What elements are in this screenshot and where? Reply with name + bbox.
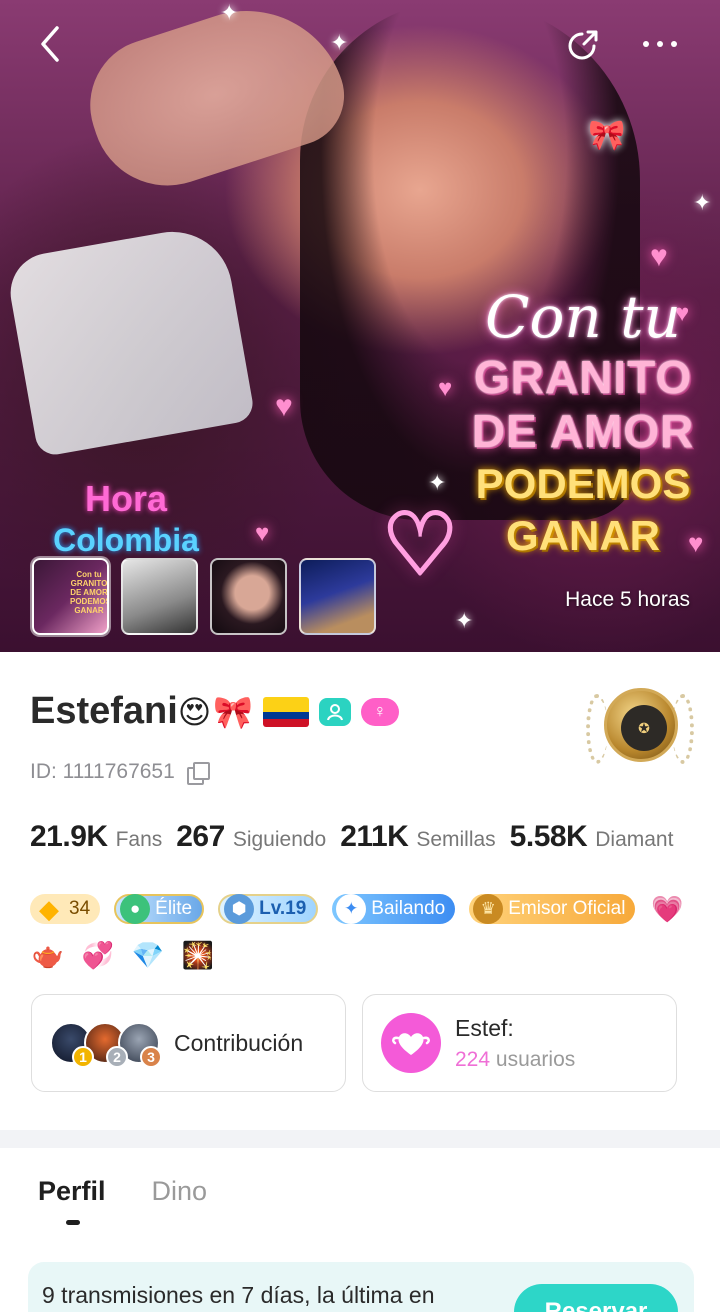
rank-1-badge: 1 [72,1046,94,1068]
post-time-ago: Hace 5 horas [565,588,690,611]
copy-icon[interactable] [186,762,210,785]
diamond-icon: ◆ [39,893,59,924]
fan-club-title: Estef: [455,1014,514,1041]
gem-gift-icon[interactable]: 💎 [130,940,166,970]
back-button[interactable] [26,20,74,68]
neon-heart-icon: ♡ [380,497,460,593]
more-options-button[interactable] [636,20,684,68]
sparkle-icon: ✦ [428,470,447,495]
badges-row: ◆ 34 ● Élite ⬢ Lv.19 ✦ Bailando ♛ Emisor… [30,894,690,970]
reserve-button[interactable]: Reservar [514,1284,678,1312]
cover-thumbnail[interactable]: Con tu GRANITO DE AMOR PODEMOS GANAR [32,558,109,635]
medal-icon: ✪ [604,688,678,762]
share-button[interactable] [560,20,608,68]
cards-row: 1 2 3 Contribución Estef: 224 usuarios [31,994,677,1092]
trophy-icon: ♛ [473,894,504,924]
official-streamer-badge[interactable]: ♛ Emisor Oficial [469,894,636,924]
teapot-gift-icon[interactable]: 🫖 [30,940,66,970]
heart-sticker: ♥ [438,375,453,402]
gold-medal-badge[interactable]: ✪ [582,684,698,780]
user-id-row: ID: 1111767651 [30,760,210,785]
dance-category-badge[interactable]: ✦ Bailando [332,894,456,924]
heart-eyes-emoji: 😍 [177,693,212,730]
diamonds-label: Diamant [595,828,674,851]
dino-elite-icon: ● [120,894,151,924]
contribution-card[interactable]: 1 2 3 Contribución [31,994,346,1092]
promo-text: Con tu GRANITO DE AMOR PODEMOS GANAR [471,283,695,559]
cover-thumbnail[interactable] [210,558,287,635]
elite-badge[interactable]: ● Élite [114,894,205,924]
section-divider [0,1130,720,1148]
cover-photo[interactable]: ♥ ♥ ♥ ♥ ♥ ♥ ✦ ✦ ✦ ✦ ✦ 🎀 Hora Colombia ♡ … [0,0,720,652]
rank-3-badge: 3 [140,1046,162,1068]
tab-perfil[interactable]: Perfil [38,1176,106,1225]
cover-thumbnails: Con tu GRANITO DE AMOR PODEMOS GANAR [32,558,376,635]
fan-club-card[interactable]: Estef: 224 usuarios [362,994,677,1092]
heart-sticker: ♥ [275,390,293,423]
contribution-label: Contribución [174,1029,304,1056]
following-label[interactable]: Siguiendo [233,828,326,852]
seeds-label: Semillas [416,828,496,851]
share-external-icon [568,30,598,60]
sparkle-icon: ✦ [455,608,474,633]
schedule-banner: 9 transmisiones en 7 días, la última en … [28,1262,694,1312]
heart-sticker: ♥ [255,520,270,547]
heart-gift-icon[interactable]: 💗 [649,894,685,924]
cover-thumbnail[interactable] [121,558,198,635]
level-badge[interactable]: ⬢ Lv.19 [218,894,319,924]
cover-shirt-shape [4,222,256,458]
teal-badge-icon[interactable] [319,697,352,726]
sparkle-icon: ✦ [220,0,239,25]
ribbon-emoji: 🎀 [213,693,254,730]
diamond-level-badge[interactable]: ◆ 34 [30,893,101,924]
hearts-gift-icon[interactable]: 💞 [80,940,116,970]
bow-sticker-icon: 🎀 [588,119,626,152]
seeds-count: 211K [340,820,409,853]
fan-club-members: 224 usuarios [455,1048,575,1072]
fan-club-count: 224 [455,1047,491,1071]
chevron-left-icon [41,26,59,62]
fans-label[interactable]: Fans [116,828,163,852]
fan-club-suffix: usuarios [495,1047,576,1071]
anxious-face-emoji: 😰 [411,696,439,726]
hora-colombia-text: Hora Colombia [53,478,199,558]
stats-row: 21.9K Fans 267 Siguiendo 211K Semillas 5… [30,820,679,854]
profile-name-row: Estefani 😍 🎀 ♀ 😰 [30,690,441,733]
fan-club-info: Estef: 224 usuarios [455,1015,575,1072]
gender-female-icon: ♀ [361,697,400,726]
following-count[interactable]: 267 [176,820,225,854]
more-horizontal-icon [643,41,677,47]
colombia-flag-icon [263,696,310,727]
fans-count[interactable]: 21.9K [30,820,108,854]
winged-heart-icon [381,1013,441,1073]
user-id: ID: 1111767651 [30,760,175,783]
firework-gift-icon[interactable]: 🎇 [180,940,216,970]
dancer-icon: ✦ [336,894,367,924]
tab-dino[interactable]: Dino [152,1176,208,1207]
profile-tabs: Perfil Dino [38,1176,208,1225]
top-contributors: 1 2 3 [50,1018,162,1068]
rank-2-badge: 2 [106,1046,128,1068]
cover-thumbnail[interactable] [299,558,376,635]
profile-name: Estefani [30,690,178,732]
thumbnail-caption: Con tu GRANITO DE AMOR PODEMOS GANAR [70,570,109,615]
sparkle-icon: ✦ [330,30,349,55]
diamonds-count: 5.58K [509,820,588,853]
heart-sticker: ♥ [650,240,668,273]
sparkle-icon: ✦ [693,190,712,215]
level-shield-icon: ⬢ [224,894,255,924]
